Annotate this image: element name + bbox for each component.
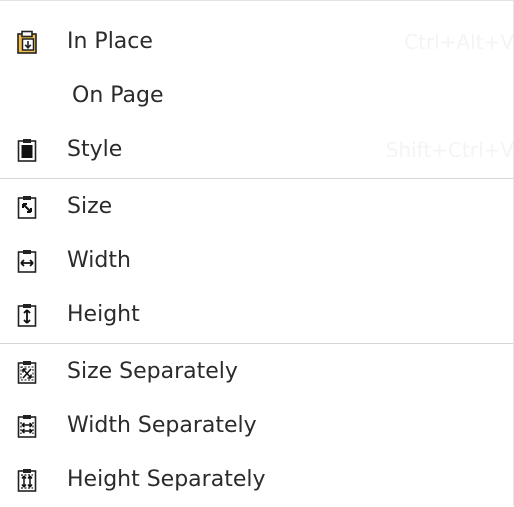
menu-item-shortcut: Shift+Ctrl+V <box>385 138 514 162</box>
menu-item-label: Height Separately <box>67 467 266 492</box>
menu-item-size-separately[interactable]: Size Separately <box>0 345 514 399</box>
menu-item-on-page[interactable]: On Page <box>0 69 514 123</box>
menu-separator <box>0 178 514 179</box>
paste-height-separately-icon <box>16 468 38 492</box>
paste-style-icon <box>16 138 38 162</box>
menu-item-label: Size <box>67 194 113 219</box>
menu-item-size[interactable]: Size <box>0 180 514 234</box>
menu-item-label: Height <box>67 302 140 327</box>
menu-item-label: Width Separately <box>67 413 257 438</box>
menu-item-width[interactable]: Width <box>0 234 514 288</box>
menu-item-height[interactable]: Height <box>0 288 514 342</box>
menu-item-label: In Place <box>67 29 153 54</box>
paste-width-icon <box>16 249 38 273</box>
menu-item-in-place[interactable]: In Place Ctrl+Alt+V <box>0 15 514 69</box>
paste-size-icon <box>16 195 38 219</box>
menu-item-label: Width <box>67 248 131 273</box>
menu-item-label: Style <box>67 137 123 162</box>
paste-height-icon <box>16 303 38 327</box>
menu-item-width-separately[interactable]: Width Separately <box>0 399 514 453</box>
menu-item-style[interactable]: Style Shift+Ctrl+V <box>0 123 514 177</box>
menu-item-height-separately[interactable]: Height Separately <box>0 453 514 507</box>
paste-size-separately-icon <box>16 360 38 384</box>
paste-submenu: In Place Ctrl+Alt+V On Page Style Shift+… <box>0 0 514 507</box>
paste-in-place-icon <box>16 30 38 54</box>
menu-item-label: Size Separately <box>67 359 238 384</box>
menu-separator <box>0 343 514 344</box>
menu-item-shortcut: Ctrl+Alt+V <box>404 30 514 54</box>
paste-width-separately-icon <box>16 414 38 438</box>
menu-item-label: On Page <box>72 83 164 108</box>
